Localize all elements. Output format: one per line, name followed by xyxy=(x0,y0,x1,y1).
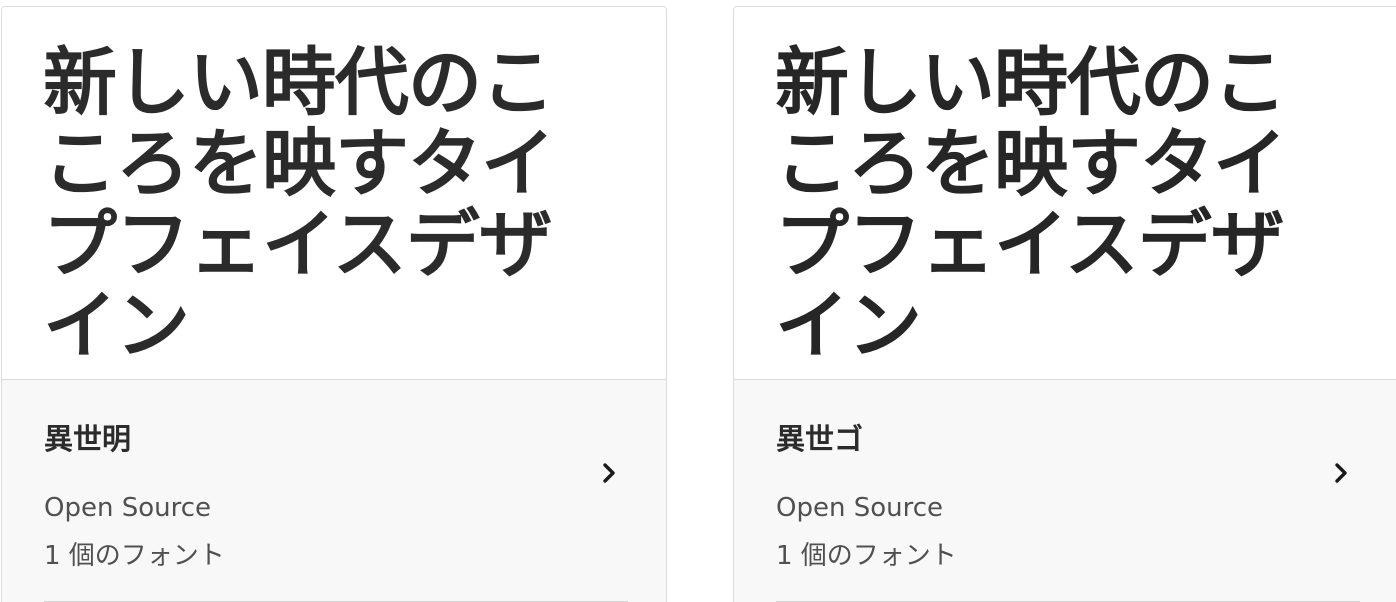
preview-text: 新しい時代のこころを映すタイプフェイスデザイン xyxy=(43,40,555,369)
preview-text: 新しい時代のこころを映すタイプフェイスデザイン xyxy=(775,40,1287,369)
font-family-info-link[interactable]: 異世明 Open Source 1 個のフォント xyxy=(2,380,666,602)
font-family-name: 異世明 xyxy=(44,422,132,456)
font-source-label: Open Source xyxy=(44,493,212,523)
font-family-name: 異世ゴ xyxy=(776,422,864,456)
font-preview[interactable]: 新しい時代のこころを映すタイプフェイスデザイン xyxy=(2,7,666,380)
font-family-info-link[interactable]: 異世ゴ Open Source 1 個のフォント xyxy=(734,380,1396,602)
chevron-right-icon[interactable] xyxy=(1330,462,1352,484)
chevron-right-icon[interactable] xyxy=(598,462,620,484)
font-count-label: 1 個のフォント xyxy=(776,541,957,571)
font-count-label: 1 個のフォント xyxy=(44,541,225,571)
font-family-card[interactable]: 新しい時代のこころを映すタイプフェイスデザイン 異世ゴ Open Source … xyxy=(733,6,1396,602)
font-preview[interactable]: 新しい時代のこころを映すタイプフェイスデザイン xyxy=(734,7,1396,380)
font-family-card[interactable]: 新しい時代のこころを映すタイプフェイスデザイン 異世明 Open Source … xyxy=(1,6,667,602)
font-family-grid: 新しい時代のこころを映すタイプフェイスデザイン 異世明 Open Source … xyxy=(0,0,1396,602)
font-source-label: Open Source xyxy=(776,493,944,523)
